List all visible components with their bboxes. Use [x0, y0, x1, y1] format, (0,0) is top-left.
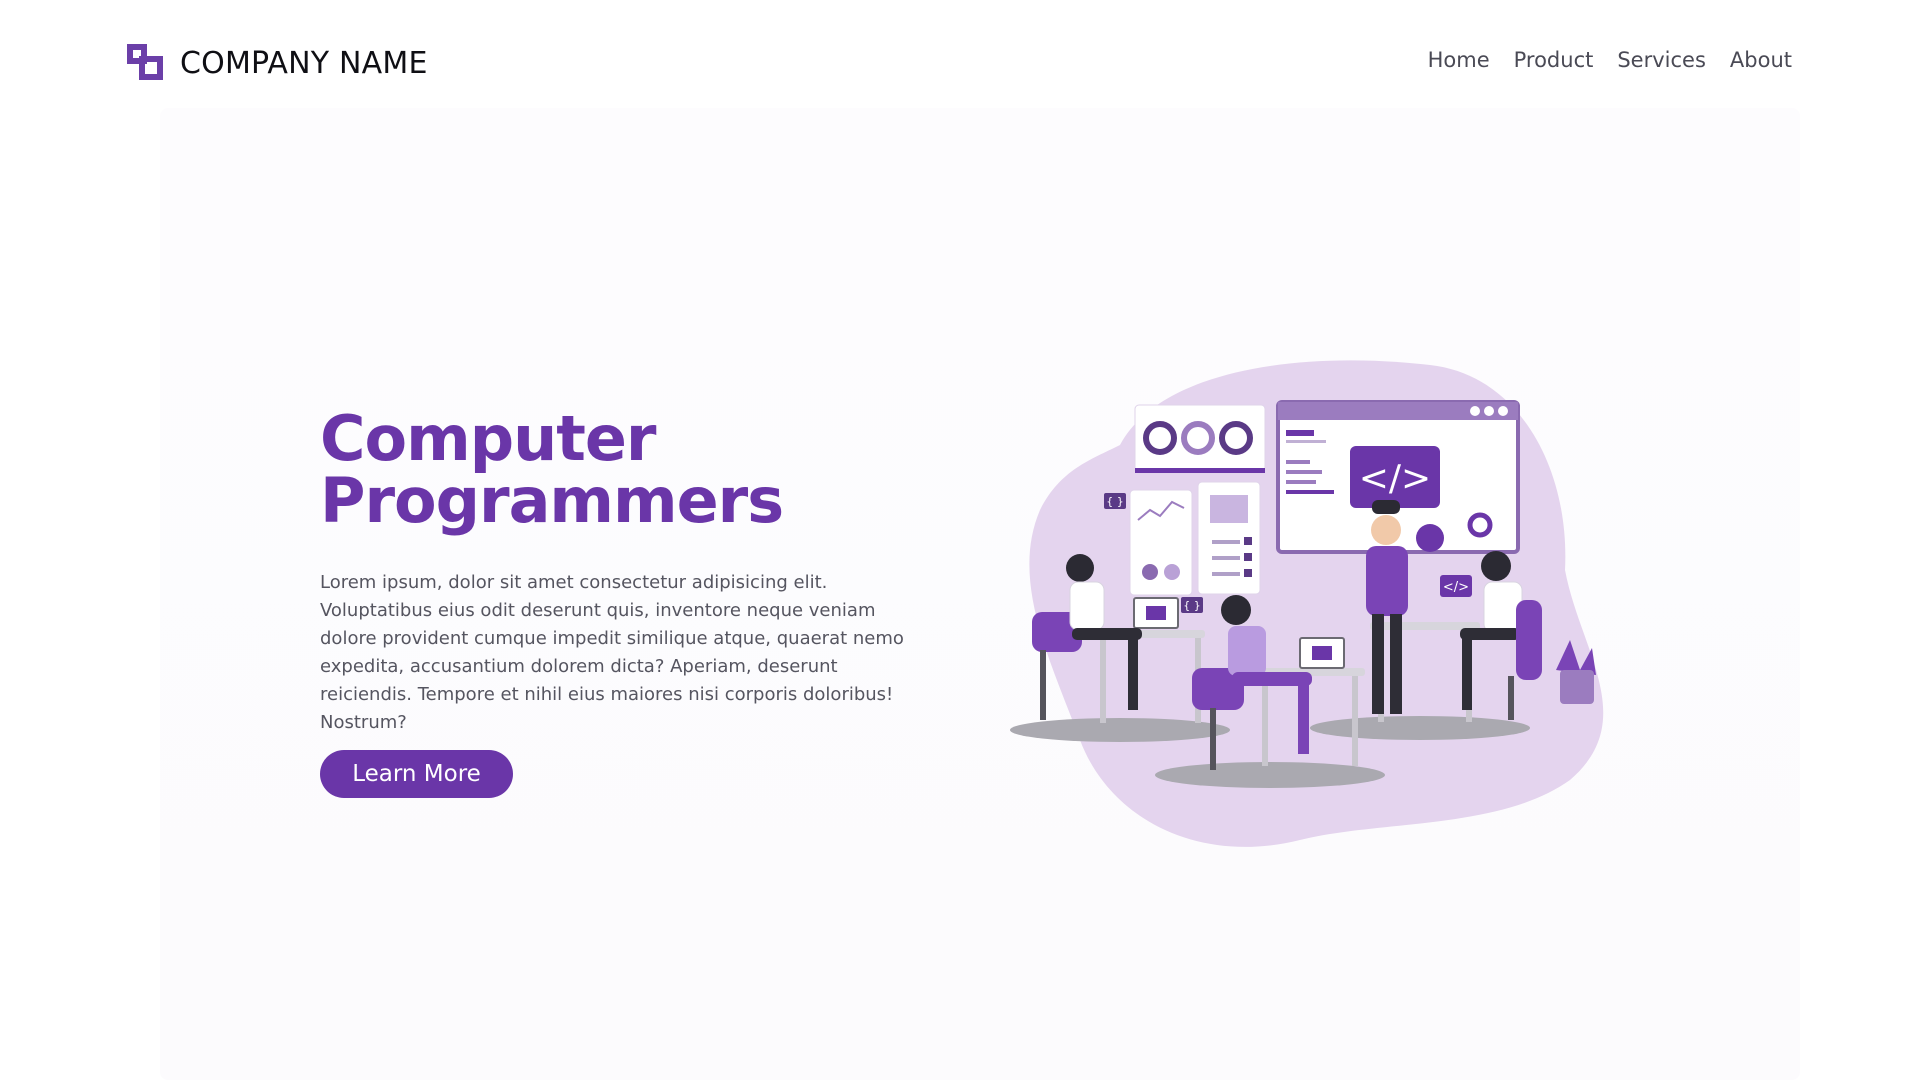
hero-illustration: { } { } </> </> — [1000, 350, 1620, 860]
hero-description: Lorem ipsum, dolor sit amet consectetur … — [320, 572, 904, 733]
nav-about[interactable]: About — [1730, 48, 1792, 72]
main-nav: Home Product Services About — [1428, 48, 1792, 72]
card-donuts — [1134, 404, 1266, 474]
site-header: COMPANY NAME Home Product Services About — [0, 0, 1920, 126]
svg-text:{ }: { } — [1106, 495, 1124, 508]
learn-more-button[interactable]: Learn More — [320, 750, 513, 798]
card-chart — [1129, 489, 1193, 596]
nav-home[interactable]: Home — [1428, 48, 1490, 72]
nav-services[interactable]: Services — [1617, 48, 1706, 72]
brand-logo[interactable]: COMPANY NAME — [126, 42, 428, 84]
company-name: COMPANY NAME — [180, 45, 428, 81]
svg-text:</>: </> — [1443, 580, 1469, 595]
logo-icon — [126, 42, 166, 84]
hero-title-line2: Programmers — [320, 464, 784, 537]
team-illustration-icon: { } { } </> </> — [1010, 360, 1604, 847]
nav-product[interactable]: Product — [1514, 48, 1594, 72]
svg-text:</>: </> — [1359, 458, 1431, 499]
svg-text:{ }: { } — [1183, 599, 1201, 612]
hero-title: Computer Programmers — [320, 408, 920, 532]
